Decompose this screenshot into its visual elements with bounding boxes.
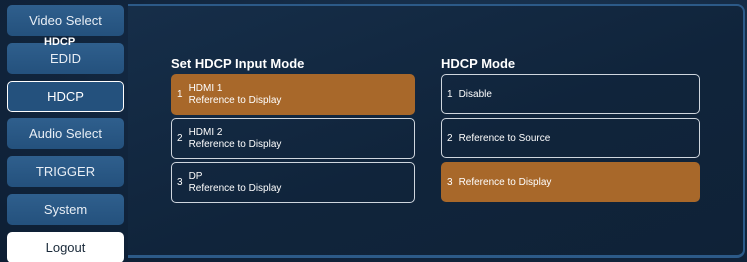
app-root: Video Select EDID HDCP Audio Select TRIG… (0, 0, 747, 262)
nav-trigger-button[interactable]: TRIGGER (7, 156, 124, 187)
nav-hdcp-button[interactable]: HDCP (7, 81, 124, 112)
page-title: HDCP (44, 36, 76, 48)
input-option-dp[interactable]: 3 DP Reference to Display (171, 162, 415, 203)
input-option-name: DP (188, 170, 203, 182)
nav-audio-select-button[interactable]: Audio Select (7, 118, 124, 149)
logout-button[interactable]: Logout (7, 232, 124, 262)
mode-option-number: 3 (447, 176, 453, 188)
nav-video-select-button[interactable]: Video Select (7, 5, 124, 36)
input-option-number: 2 (177, 133, 183, 144)
mode-option-number: 1 (447, 88, 453, 100)
mode-option-reference-to-source[interactable]: 2 Reference to Source (441, 118, 700, 158)
input-option-mode: Reference to Display (188, 138, 282, 150)
input-option-hdmi1[interactable]: 1 HDMI 1 Reference to Display (171, 74, 415, 115)
input-mode-heading: Set HDCP Input Mode (171, 56, 305, 71)
input-option-number: 3 (177, 177, 183, 188)
hdcp-mode-heading: HDCP Mode (441, 56, 516, 71)
mode-option-disable[interactable]: 1 Disable (441, 74, 700, 114)
input-option-mode: Reference to Display (188, 182, 282, 194)
mode-option-label: Reference to Display (458, 176, 552, 188)
input-option-number: 1 (177, 89, 183, 100)
input-option-mode: Reference to Display (188, 94, 282, 106)
input-option-name: HDMI 2 (188, 126, 223, 138)
nav-system-button[interactable]: System (7, 194, 124, 225)
mode-option-number: 2 (447, 132, 453, 144)
input-option-name: HDMI 1 (188, 82, 223, 94)
mode-option-label: Disable (458, 88, 492, 100)
input-option-hdmi2[interactable]: 2 HDMI 2 Reference to Display (171, 118, 415, 159)
mode-option-reference-to-display[interactable]: 3 Reference to Display (441, 162, 700, 202)
mode-option-label: Reference to Source (458, 132, 551, 144)
